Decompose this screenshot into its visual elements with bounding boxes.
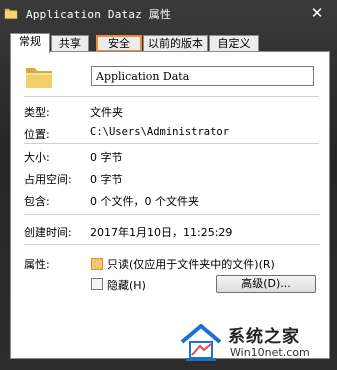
divider (24, 96, 319, 97)
size-label: 大小: (24, 151, 50, 164)
general-tab-panel: 类型: 文件夹 位置: C:\Users\Administrator 大小: 0… (10, 51, 330, 359)
folder-name-input[interactable] (91, 66, 314, 86)
window-title: Application Dataz 属性 (26, 8, 172, 21)
tab-security[interactable]: 安全 (96, 35, 142, 52)
divider (24, 143, 319, 144)
tab-strip: 常规 共享 安全 以前的版本 自定义 (10, 33, 330, 53)
tab-sharing[interactable]: 共享 (51, 35, 89, 52)
close-button[interactable]: ✕ (307, 3, 327, 23)
title-bar[interactable]: Application Dataz 属性 ✕ (0, 0, 337, 28)
location-label: 位置: (24, 128, 50, 141)
contains-label: 包含: (24, 195, 50, 208)
tab-customize[interactable]: 自定义 (209, 35, 259, 52)
attributes-label: 属性: (24, 258, 50, 271)
location-value: C:\Users\Administrator (90, 126, 230, 138)
hidden-checkbox[interactable] (91, 278, 103, 290)
properties-window: Application Dataz 属性 ✕ 常规 共享 安全 以前的版本 自定… (0, 0, 337, 370)
divider (24, 244, 319, 245)
readonly-checkbox[interactable] (91, 258, 103, 270)
size-on-disk-value: 0 字节 (90, 173, 123, 186)
watermark-url: Win10net.com (230, 346, 310, 359)
readonly-label: 只读(仅应用于文件夹中的文件)(R) (107, 258, 275, 271)
house-logo-icon (180, 324, 222, 361)
created-value: 2017年1月10日，11:25:29 (90, 226, 233, 239)
watermark-brand: 系统之家 (228, 327, 300, 347)
contains-value: 0 个文件，0 个文件夹 (90, 195, 199, 208)
large-folder-icon (26, 68, 52, 88)
tab-previous-versions[interactable]: 以前的版本 (143, 35, 208, 52)
folder-icon (4, 8, 18, 19)
type-label: 类型: (24, 106, 50, 119)
hidden-label: 隐藏(H) (107, 279, 146, 292)
created-label: 创建时间: (24, 226, 72, 239)
close-icon: ✕ (310, 4, 324, 22)
size-on-disk-label: 占用空间: (24, 173, 72, 186)
advanced-button[interactable]: 高级(D)... (216, 275, 316, 293)
watermark: 系统之家 Win10net.com (178, 316, 337, 366)
type-value: 文件夹 (90, 106, 123, 119)
divider (24, 214, 319, 215)
tab-general[interactable]: 常规 (10, 33, 50, 53)
size-value: 0 字节 (90, 151, 123, 164)
